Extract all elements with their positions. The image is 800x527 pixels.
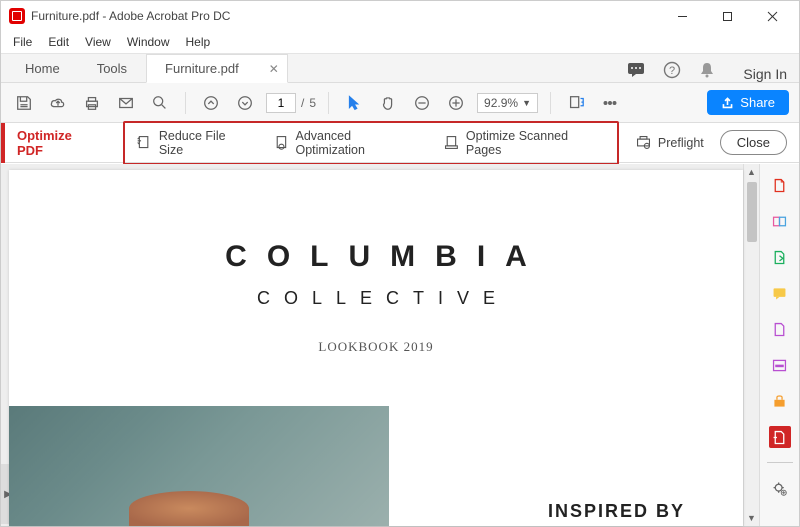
page-down-icon[interactable] xyxy=(232,90,258,116)
close-button[interactable] xyxy=(750,2,795,30)
bell-icon[interactable] xyxy=(699,61,715,82)
select-tool-icon[interactable] xyxy=(341,90,367,116)
accent-bar xyxy=(1,123,5,163)
optimize-scanned-button[interactable]: Optimize Scanned Pages xyxy=(437,126,612,160)
rail-redact-icon[interactable] xyxy=(769,354,791,376)
page-current-input[interactable] xyxy=(266,93,296,113)
reduce-file-size-button[interactable]: Reduce File Size xyxy=(130,126,259,160)
optimize-toolbar: Optimize PDF Reduce File Size Advanced O… xyxy=(1,123,799,163)
chat-icon[interactable] xyxy=(627,62,645,81)
help-icon[interactable]: ? xyxy=(663,61,681,82)
page-up-icon[interactable] xyxy=(198,90,224,116)
scroll-up-icon[interactable]: ▲ xyxy=(744,164,759,180)
close-tab-icon[interactable]: ✕ xyxy=(269,62,279,76)
doc-subheading: LOOKBOOK 2019 xyxy=(9,339,743,355)
zoom-in-icon[interactable] xyxy=(443,90,469,116)
scroll-down-icon[interactable]: ▼ xyxy=(744,510,759,526)
vertical-scrollbar[interactable]: ▲ ▼ xyxy=(743,164,759,526)
main-toolbar: / 5 92.9%▼ Share xyxy=(1,83,799,123)
page-total: 5 xyxy=(309,96,316,110)
menubar: File Edit View Window Help xyxy=(1,31,799,53)
rail-export-icon[interactable] xyxy=(769,246,791,268)
optimize-title: Optimize PDF xyxy=(17,128,101,158)
close-optimize-button[interactable]: Close xyxy=(720,130,787,155)
search-icon[interactable] xyxy=(147,90,173,116)
tab-tools[interactable]: Tools xyxy=(79,55,146,82)
content-area: ▶ COLUMBIA COLLECTIVE LOOKBOOK 2019 INSP… xyxy=(1,164,759,526)
maximize-button[interactable] xyxy=(705,2,750,30)
page-indicator: / 5 xyxy=(266,93,316,113)
print-icon[interactable] xyxy=(79,90,105,116)
right-tool-rail xyxy=(759,164,799,526)
doc-inspired: INSPIRED BY xyxy=(548,501,685,522)
rail-organize-icon[interactable] xyxy=(769,318,791,340)
doc-image xyxy=(9,406,389,526)
advanced-optimization-button[interactable]: Advanced Optimization xyxy=(267,126,429,160)
rail-optimize-icon[interactable] xyxy=(769,426,791,448)
cloud-icon[interactable] xyxy=(45,90,71,116)
sign-in-link[interactable]: Sign In xyxy=(731,66,799,82)
rail-protect-icon[interactable] xyxy=(769,390,791,412)
mail-icon[interactable] xyxy=(113,90,139,116)
doc-heading-1: COLUMBIA xyxy=(9,240,743,274)
menu-window[interactable]: Window xyxy=(121,33,176,51)
rail-create-pdf-icon[interactable] xyxy=(769,174,791,196)
menu-file[interactable]: File xyxy=(7,33,38,51)
preflight-button[interactable]: Preflight xyxy=(629,131,710,154)
zoom-level[interactable]: 92.9%▼ xyxy=(477,93,538,113)
minimize-button[interactable] xyxy=(660,2,705,30)
app-icon xyxy=(9,8,25,24)
zoom-out-icon[interactable] xyxy=(409,90,435,116)
fit-width-icon[interactable] xyxy=(563,90,589,116)
document-page[interactable]: COLUMBIA COLLECTIVE LOOKBOOK 2019 INSPIR… xyxy=(9,170,743,526)
tab-document-label: Furniture.pdf xyxy=(165,61,239,76)
more-icon[interactable] xyxy=(597,90,623,116)
scroll-thumb[interactable] xyxy=(747,182,757,242)
menu-edit[interactable]: Edit xyxy=(42,33,75,51)
save-icon[interactable] xyxy=(11,90,37,116)
share-label: Share xyxy=(740,95,775,110)
rail-more-tools-icon[interactable] xyxy=(769,477,791,499)
svg-text:?: ? xyxy=(669,65,675,77)
optimize-group-highlight: Reduce File Size Advanced Optimization O… xyxy=(123,121,619,165)
page-sep: / xyxy=(301,96,304,110)
tab-document[interactable]: Furniture.pdf ✕ xyxy=(146,54,288,83)
tab-home[interactable]: Home xyxy=(7,55,79,82)
titlebar: Furniture.pdf - Adobe Acrobat Pro DC xyxy=(1,1,799,31)
window-title: Furniture.pdf - Adobe Acrobat Pro DC xyxy=(31,9,660,23)
hand-tool-icon[interactable] xyxy=(375,90,401,116)
rail-combine-icon[interactable] xyxy=(769,210,791,232)
menu-view[interactable]: View xyxy=(79,33,117,51)
rail-comment-icon[interactable] xyxy=(769,282,791,304)
tabbar: Home Tools Furniture.pdf ✕ ? Sign In xyxy=(1,53,799,83)
menu-help[interactable]: Help xyxy=(180,33,217,51)
share-button[interactable]: Share xyxy=(707,90,789,115)
doc-heading-2: COLLECTIVE xyxy=(9,288,743,309)
